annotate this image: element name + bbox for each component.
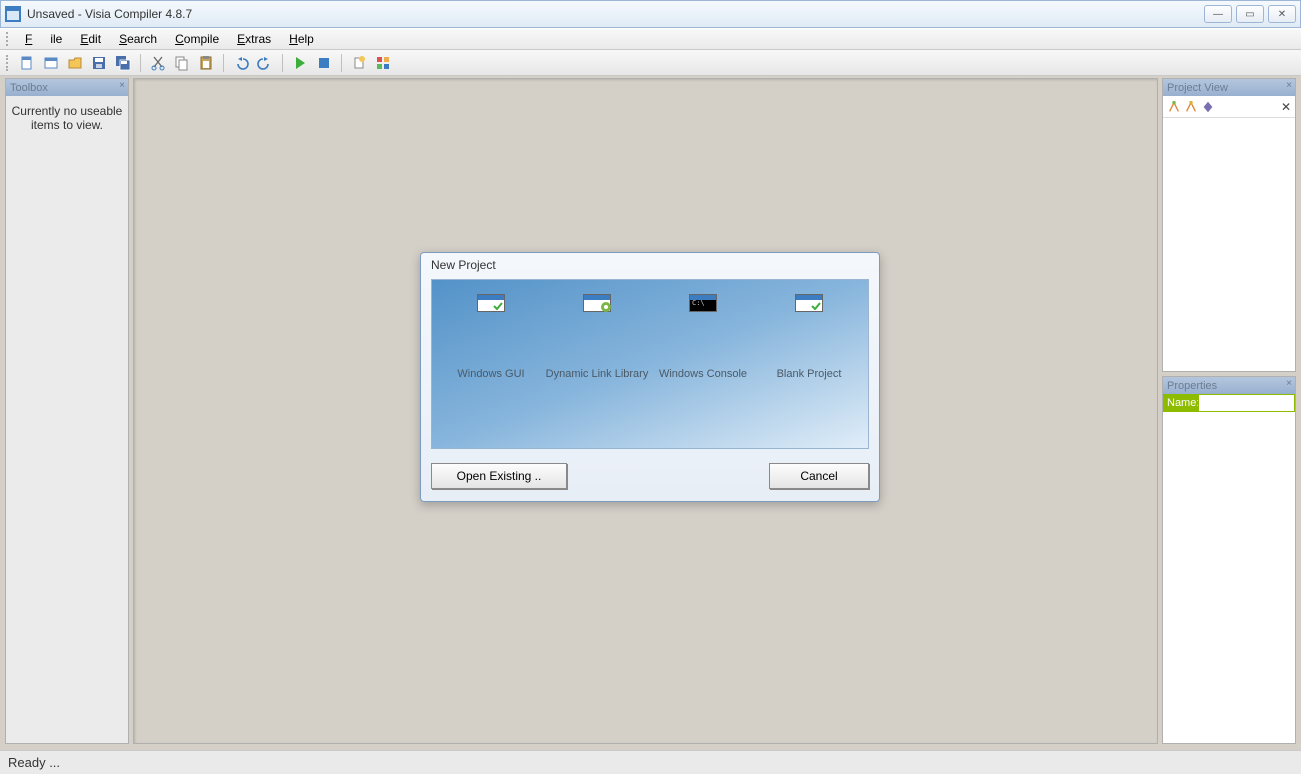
pv-icon-3[interactable]: [1201, 100, 1215, 114]
cancel-button[interactable]: Cancel: [769, 463, 869, 489]
blank-icon: [795, 294, 823, 312]
project-type-blank[interactable]: Blank Project: [756, 294, 862, 448]
toolbox-close-icon[interactable]: ×: [119, 80, 125, 91]
options-button[interactable]: [372, 52, 394, 74]
window-title: Unsaved - Visia Compiler 4.8.7: [27, 7, 192, 21]
menu-grip: [6, 32, 10, 46]
toolbox-empty-text: Currently no useable items to view.: [6, 96, 128, 743]
minimize-button[interactable]: —: [1204, 5, 1232, 23]
project-view-header: Project View ×: [1163, 79, 1295, 96]
menu-edit[interactable]: Edit: [71, 32, 110, 46]
save-all-button[interactable]: [112, 52, 134, 74]
copy-button[interactable]: [171, 52, 193, 74]
property-row-name: Name:: [1163, 394, 1295, 412]
cut-button[interactable]: [147, 52, 169, 74]
project-view-title: Project View: [1167, 82, 1228, 94]
status-bar: Ready ...: [0, 750, 1301, 774]
new-form-button[interactable]: [40, 52, 62, 74]
project-type-console[interactable]: C:\ Windows Console: [650, 294, 756, 448]
save-button[interactable]: [88, 52, 110, 74]
properties-title: Properties: [1167, 380, 1217, 392]
toolbar: [0, 50, 1301, 76]
close-button[interactable]: ✕: [1268, 5, 1296, 23]
status-text: Ready ...: [8, 755, 60, 770]
menu-help[interactable]: Help: [280, 32, 323, 46]
paste-button[interactable]: [195, 52, 217, 74]
toolbox-header: Toolbox ×: [6, 79, 128, 96]
dll-icon: [583, 294, 611, 312]
menu-compile[interactable]: Compile: [166, 32, 228, 46]
new-file-button[interactable]: [16, 52, 38, 74]
undo-button[interactable]: [230, 52, 252, 74]
menu-bar: FFileile Edit Search Compile Extras Help: [0, 28, 1301, 50]
stop-button[interactable]: [313, 52, 335, 74]
properties-panel: Properties × Name:: [1162, 376, 1296, 744]
properties-close-icon[interactable]: ×: [1286, 378, 1292, 389]
menu-search[interactable]: Search: [110, 32, 166, 46]
pv-collapse-icon[interactable]: ✕: [1281, 100, 1291, 114]
dialog-title: New Project: [421, 253, 879, 279]
project-view-toolbar: ✕: [1163, 96, 1295, 118]
toolbox-panel: Toolbox × Currently no useable items to …: [5, 78, 129, 744]
window-titlebar: Unsaved - Visia Compiler 4.8.7 — ▭ ✕: [0, 0, 1301, 28]
app-icon: [5, 6, 21, 22]
new-project-dialog: New Project Windows GUI Dynamic Link Lib…: [420, 252, 880, 502]
project-type-label: Windows Console: [659, 368, 747, 381]
dialog-buttons: Open Existing .. Cancel: [421, 449, 879, 501]
maximize-button[interactable]: ▭: [1236, 5, 1264, 23]
run-button[interactable]: [289, 52, 311, 74]
property-name-label: Name:: [1163, 394, 1198, 412]
project-view-panel: Project View × ✕: [1162, 78, 1296, 372]
project-type-label: Blank Project: [777, 368, 842, 381]
dialog-body: Windows GUI Dynamic Link Library C:\ Win…: [431, 279, 869, 449]
right-column: Project View × ✕ Properties × Name:: [1162, 78, 1296, 744]
project-view-close-icon[interactable]: ×: [1286, 80, 1292, 91]
windows-gui-icon: [477, 294, 505, 312]
project-type-dll[interactable]: Dynamic Link Library: [544, 294, 650, 448]
properties-header: Properties ×: [1163, 377, 1295, 394]
pv-icon-2[interactable]: [1184, 100, 1198, 114]
toolbar-grip: [6, 55, 10, 71]
menu-file[interactable]: FFileile: [16, 32, 71, 46]
open-button[interactable]: [64, 52, 86, 74]
console-icon: C:\: [689, 294, 717, 312]
menu-extras[interactable]: Extras: [228, 32, 280, 46]
add-file-button[interactable]: [348, 52, 370, 74]
property-name-value[interactable]: [1198, 394, 1295, 412]
redo-button[interactable]: [254, 52, 276, 74]
project-type-label: Windows GUI: [457, 368, 524, 381]
open-existing-button[interactable]: Open Existing ..: [431, 463, 567, 489]
project-type-windows-gui[interactable]: Windows GUI: [438, 294, 544, 448]
project-type-label: Dynamic Link Library: [546, 368, 649, 381]
pv-icon-1[interactable]: [1167, 100, 1181, 114]
toolbox-title: Toolbox: [10, 82, 48, 94]
